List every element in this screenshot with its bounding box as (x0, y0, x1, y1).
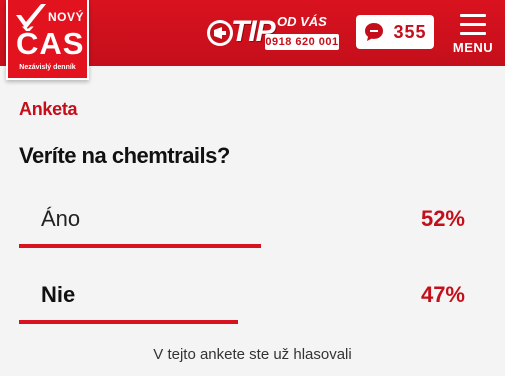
logo-top-word: NOVÝ (48, 10, 85, 24)
comments-count: 355 (393, 21, 427, 42)
site-header: NOVÝ ČAS Nezávislý denník TIP OD VÁS 091… (0, 0, 505, 80)
logo-tagline: Nezávislý denník (19, 64, 76, 71)
tip-suffix: OD VÁS (277, 14, 327, 29)
comments-button[interactable]: 355 (356, 15, 434, 49)
tip-phone: 0918 620 001 (265, 34, 339, 50)
poll-option-label: Áno (41, 206, 81, 231)
logo-main-word: ČAS (16, 26, 85, 61)
poll-option-nie[interactable]: Nie 47% (19, 282, 469, 332)
menu-button[interactable]: MENU (448, 12, 498, 58)
poll-section-label: Anketa (19, 99, 78, 119)
poll-option-percent: 47% (420, 282, 465, 307)
hamburger-icon (460, 14, 486, 35)
poll-option-bar (19, 244, 261, 248)
poll-option-ano[interactable]: Áno 52% (19, 206, 469, 256)
poll-option-label: Nie (41, 282, 76, 307)
poll-option-bar (19, 320, 238, 324)
poll-question: Veríte na chemtrails? (19, 143, 230, 168)
tip-od-vas-link[interactable]: TIP OD VÁS 0918 620 001 (205, 12, 339, 54)
poll-option-percent: 52% (420, 206, 465, 231)
site-logo[interactable]: NOVÝ ČAS Nezávislý denník (6, 0, 89, 80)
comment-bubble-icon (365, 23, 384, 41)
poll-voted-note: V tejto ankete ste už hlasovali (153, 346, 352, 363)
menu-label: MENU (452, 40, 494, 55)
